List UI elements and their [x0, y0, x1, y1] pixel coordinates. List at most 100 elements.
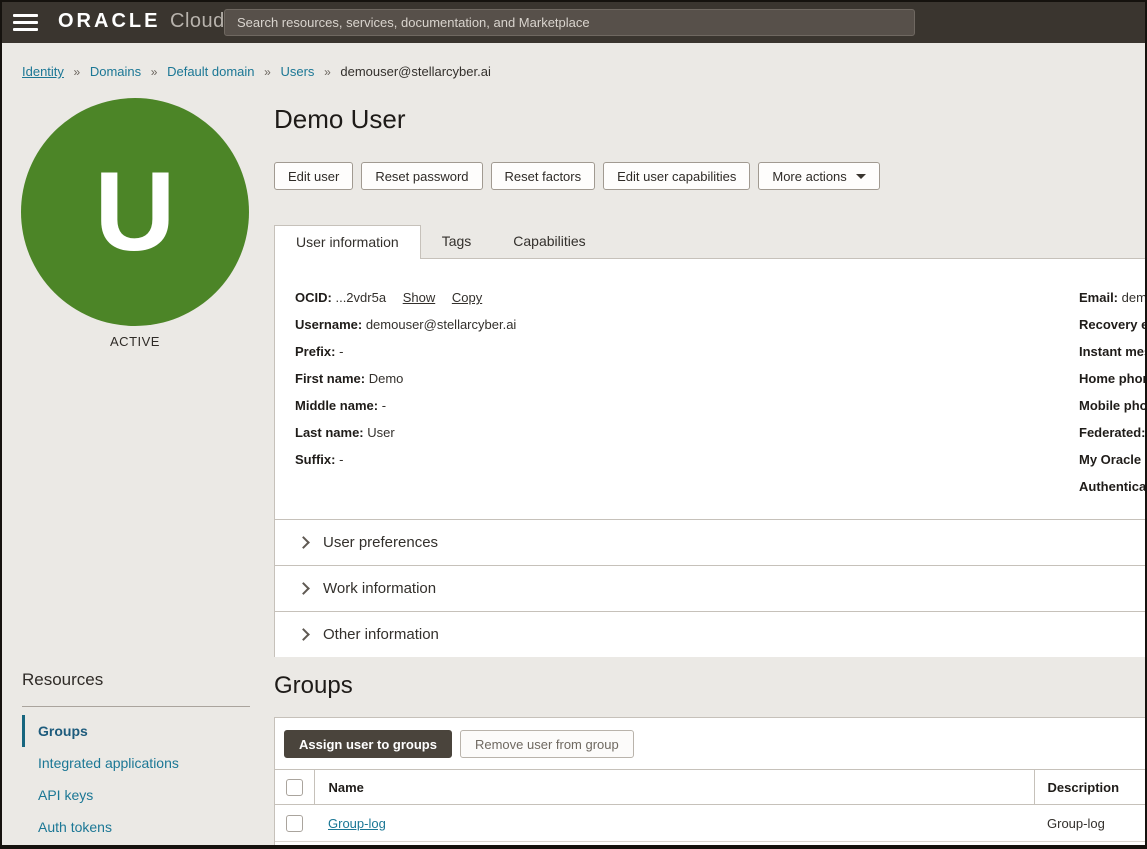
field-first-name: First name: Demo	[295, 371, 403, 387]
field-my-oracle: My Oracle	[1079, 452, 1141, 468]
tab-user-information[interactable]: User information	[274, 225, 421, 259]
action-buttons: Edit user Reset password Reset factors E…	[274, 162, 880, 190]
sidebar-item-api-keys[interactable]: API keys	[22, 779, 250, 811]
breadcrumb-identity[interactable]: Identity	[22, 64, 64, 79]
column-header-name: Name	[314, 770, 1034, 805]
field-label: Home phon	[1079, 371, 1147, 386]
breadcrumb-separator: »	[151, 65, 158, 79]
field-label: My Oracle	[1079, 452, 1141, 467]
brand-secondary: Cloud	[170, 10, 225, 32]
field-value: -	[339, 344, 343, 359]
show-ocid-link[interactable]: Show	[403, 290, 436, 305]
group-log-link[interactable]: Group-log	[328, 816, 386, 831]
field-suffix: Suffix: -	[295, 452, 343, 468]
field-middle-name: Middle name: -	[295, 398, 386, 414]
group-name-cell: Group-log	[314, 805, 1034, 842]
field-label: Username:	[295, 317, 362, 332]
assign-user-to-groups-button[interactable]: Assign user to groups	[284, 730, 452, 758]
groups-table: Name Description Group-log Group-log	[275, 769, 1147, 842]
accordion-work-information[interactable]: Work information	[275, 565, 1147, 611]
field-value: User	[367, 425, 394, 440]
reset-password-button[interactable]: Reset password	[361, 162, 482, 190]
field-label: First name:	[295, 371, 365, 386]
field-ocid: OCID: ...2vdr5a Show Copy	[295, 290, 482, 306]
sidebar-item-auth-tokens[interactable]: Auth tokens	[22, 811, 250, 843]
sidebar-item-integrated-applications[interactable]: Integrated applications	[22, 747, 250, 779]
field-value: demouser@stellarcyber.ai	[366, 317, 516, 332]
field-authentication: Authentica	[1079, 479, 1146, 495]
field-label: Suffix:	[295, 452, 335, 467]
user-avatar: U	[21, 98, 249, 326]
search-input[interactable]	[224, 9, 915, 36]
field-home-phone: Home phon	[1079, 371, 1147, 387]
field-email: Email: dem	[1079, 290, 1147, 306]
accordion-user-preferences[interactable]: User preferences	[275, 519, 1147, 565]
field-label: Mobile pho	[1079, 398, 1147, 413]
remove-user-from-group-button[interactable]: Remove user from group	[460, 730, 634, 758]
field-recovery-email: Recovery e	[1079, 317, 1147, 333]
copy-ocid-link[interactable]: Copy	[452, 290, 482, 305]
field-label: Middle name:	[295, 398, 378, 413]
field-label: OCID:	[295, 290, 332, 305]
field-label: Federated:	[1079, 425, 1145, 440]
detail-tabs: User information Tags Capabilities	[274, 225, 607, 259]
field-label: Instant mes	[1079, 344, 1147, 359]
row-checkbox-cell	[275, 805, 314, 842]
field-label: Last name:	[295, 425, 364, 440]
field-prefix: Prefix: -	[295, 344, 343, 360]
chevron-right-icon	[297, 582, 310, 595]
hamburger-menu-icon[interactable]	[13, 14, 38, 31]
accordion-label: Work information	[323, 580, 436, 597]
breadcrumb-domains[interactable]: Domains	[90, 64, 141, 79]
groups-panel: Assign user to groups Remove user from g…	[274, 717, 1147, 849]
brand-primary: ORACLE	[58, 10, 160, 32]
edit-user-button[interactable]: Edit user	[274, 162, 353, 190]
field-label: Authentica	[1079, 479, 1146, 494]
page-title: Demo User	[274, 104, 405, 135]
field-value: -	[382, 398, 386, 413]
table-row: Group-log Group-log	[275, 805, 1147, 842]
field-last-name: Last name: User	[295, 425, 395, 441]
chevron-right-icon	[297, 536, 310, 549]
field-value: -	[339, 452, 343, 467]
field-value: ...2vdr5a	[335, 290, 386, 305]
group-description-cell: Group-log	[1034, 805, 1147, 842]
field-federated: Federated:	[1079, 425, 1145, 441]
reset-factors-button[interactable]: Reset factors	[491, 162, 596, 190]
breadcrumb-separator: »	[264, 65, 271, 79]
more-actions-label: More actions	[772, 169, 846, 184]
field-label: Recovery e	[1079, 317, 1147, 332]
field-username: Username: demouser@stellarcyber.ai	[295, 317, 516, 333]
status-badge: ACTIVE	[21, 334, 249, 349]
breadcrumb-separator: »	[74, 65, 81, 79]
resources-sidebar: Resources Groups Integrated applications…	[22, 670, 250, 843]
breadcrumb-current-user: demouser@stellarcyber.ai	[340, 64, 490, 79]
breadcrumb: Identity » Domains » Default domain » Us…	[22, 64, 491, 79]
oracle-cloud-logo[interactable]: ORACLE Cloud	[58, 10, 225, 33]
sidebar-item-groups[interactable]: Groups	[22, 715, 250, 747]
top-bar: ORACLE Cloud	[2, 2, 1145, 43]
field-label: Email:	[1079, 290, 1118, 305]
field-label: Prefix:	[295, 344, 335, 359]
accordion-other-information[interactable]: Other information	[275, 611, 1147, 657]
more-actions-button[interactable]: More actions	[758, 162, 879, 190]
breadcrumb-separator: »	[324, 65, 331, 79]
caret-down-icon	[856, 174, 866, 179]
tab-tags[interactable]: Tags	[421, 225, 493, 258]
header-checkbox-cell	[275, 770, 314, 805]
column-header-description: Description	[1034, 770, 1147, 805]
chevron-right-icon	[297, 628, 310, 641]
select-all-checkbox[interactable]	[286, 779, 303, 796]
field-instant-messaging: Instant mes	[1079, 344, 1147, 360]
field-mobile-phone: Mobile pho	[1079, 398, 1147, 414]
sidebar-divider	[22, 706, 250, 707]
accordion-label: Other information	[323, 626, 439, 643]
breadcrumb-users[interactable]: Users	[280, 64, 314, 79]
row-checkbox[interactable]	[286, 815, 303, 832]
edit-user-capabilities-button[interactable]: Edit user capabilities	[603, 162, 750, 190]
resources-heading: Resources	[22, 670, 250, 690]
breadcrumb-default-domain[interactable]: Default domain	[167, 64, 254, 79]
accordion-label: User preferences	[323, 534, 438, 551]
groups-heading: Groups	[274, 672, 353, 700]
tab-capabilities[interactable]: Capabilities	[492, 225, 606, 258]
